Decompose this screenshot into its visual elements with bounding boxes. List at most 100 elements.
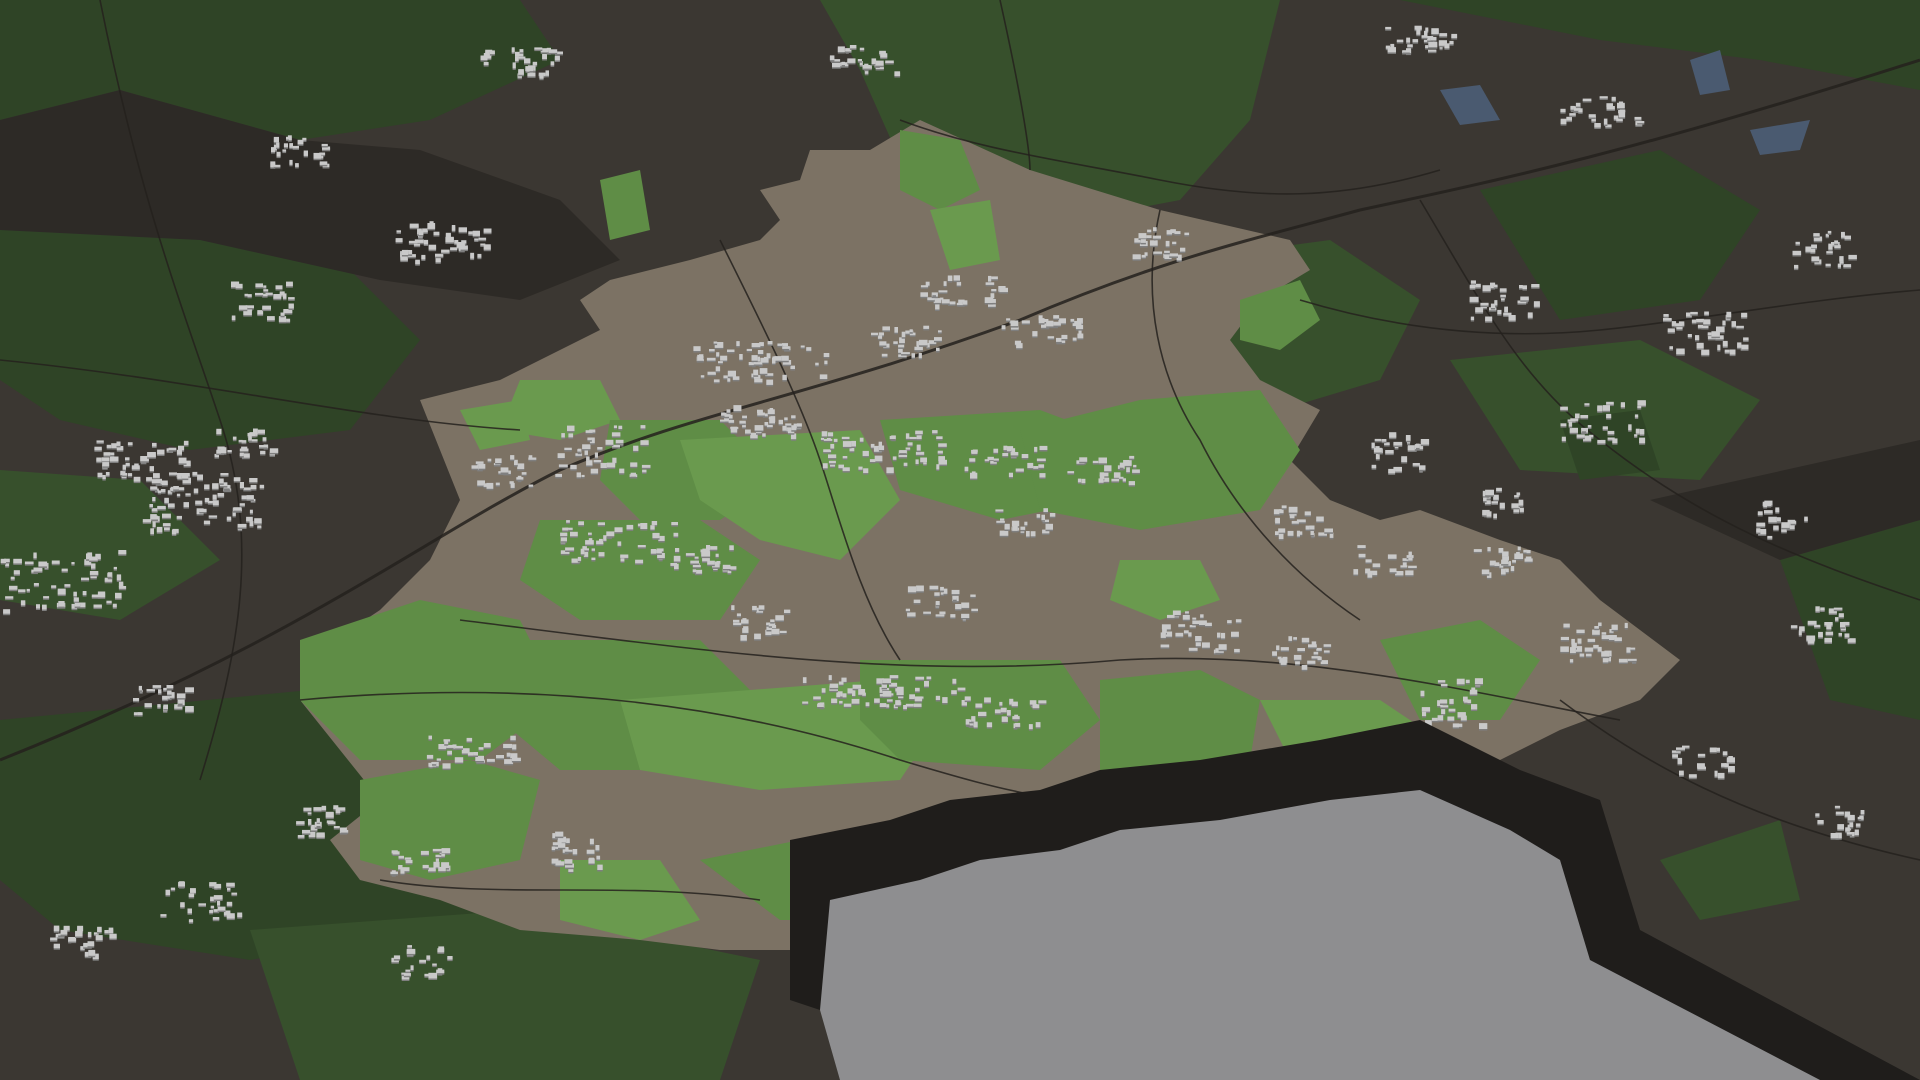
building — [1585, 653, 1592, 657]
building — [514, 459, 518, 466]
map-viewport[interactable] — [0, 0, 1920, 1080]
building — [706, 357, 716, 361]
building — [1029, 700, 1037, 705]
building — [128, 473, 133, 476]
building — [852, 684, 862, 689]
map-3d-scene[interactable] — [0, 0, 1920, 1080]
building — [1560, 646, 1569, 652]
building — [166, 685, 174, 689]
building — [97, 926, 102, 933]
building — [1578, 108, 1583, 113]
building — [255, 292, 264, 296]
building — [726, 409, 731, 413]
building — [751, 355, 758, 361]
building — [1373, 447, 1382, 453]
building — [1387, 47, 1396, 53]
building — [1111, 478, 1120, 482]
building — [694, 556, 699, 559]
building — [588, 858, 595, 864]
building — [923, 611, 931, 614]
building — [619, 468, 625, 474]
building — [1460, 715, 1467, 721]
building — [405, 859, 413, 864]
building — [1311, 641, 1317, 645]
building — [408, 240, 418, 244]
building — [1234, 648, 1240, 653]
building — [1527, 312, 1533, 318]
building — [732, 376, 740, 380]
building — [231, 892, 238, 895]
building — [1039, 445, 1048, 450]
building — [24, 561, 34, 565]
building — [68, 937, 77, 942]
building — [1617, 102, 1625, 109]
building — [932, 292, 936, 296]
building — [142, 519, 152, 523]
building — [60, 929, 68, 935]
building — [1599, 96, 1608, 99]
building — [116, 574, 122, 581]
building — [871, 332, 879, 336]
building — [313, 807, 322, 811]
building — [1499, 502, 1505, 509]
building — [33, 552, 37, 559]
building — [626, 524, 634, 530]
building — [94, 446, 102, 451]
building — [731, 605, 735, 610]
building — [144, 703, 152, 707]
building — [43, 596, 50, 599]
building — [857, 59, 862, 62]
building — [697, 354, 703, 361]
building — [885, 704, 890, 708]
building — [1533, 301, 1540, 307]
building — [1606, 106, 1615, 110]
building — [999, 701, 1003, 706]
building — [1304, 511, 1311, 516]
building — [1188, 647, 1198, 651]
building — [419, 959, 426, 963]
building — [269, 448, 279, 453]
building — [1280, 647, 1289, 651]
building — [1357, 545, 1366, 548]
building — [1731, 321, 1736, 327]
building — [880, 53, 888, 58]
building — [1045, 523, 1053, 530]
building — [995, 509, 1004, 512]
building — [612, 457, 617, 463]
building — [1405, 435, 1411, 441]
building — [1612, 438, 1618, 444]
building — [1388, 468, 1396, 474]
building — [950, 614, 956, 618]
building — [1514, 553, 1524, 559]
building — [1011, 520, 1020, 527]
building — [1469, 284, 1476, 289]
building — [51, 560, 60, 564]
building — [1152, 235, 1161, 239]
building — [406, 948, 416, 954]
building — [286, 318, 291, 322]
building — [409, 223, 419, 228]
building — [1815, 813, 1820, 817]
building — [823, 438, 833, 441]
building — [1183, 630, 1189, 634]
building — [1421, 35, 1428, 38]
building — [1588, 114, 1596, 118]
building — [1682, 745, 1690, 748]
building — [450, 247, 458, 250]
building — [751, 343, 761, 348]
building — [1053, 315, 1060, 319]
building — [1634, 116, 1642, 120]
building — [1412, 39, 1419, 43]
building — [1855, 823, 1861, 827]
building — [727, 378, 731, 382]
building — [829, 683, 839, 688]
building — [774, 356, 782, 361]
building — [1811, 256, 1820, 261]
building — [303, 807, 312, 811]
building — [1192, 620, 1199, 624]
building — [560, 537, 567, 542]
building — [480, 55, 488, 61]
building — [935, 303, 940, 310]
building — [903, 462, 908, 466]
building — [510, 482, 515, 488]
